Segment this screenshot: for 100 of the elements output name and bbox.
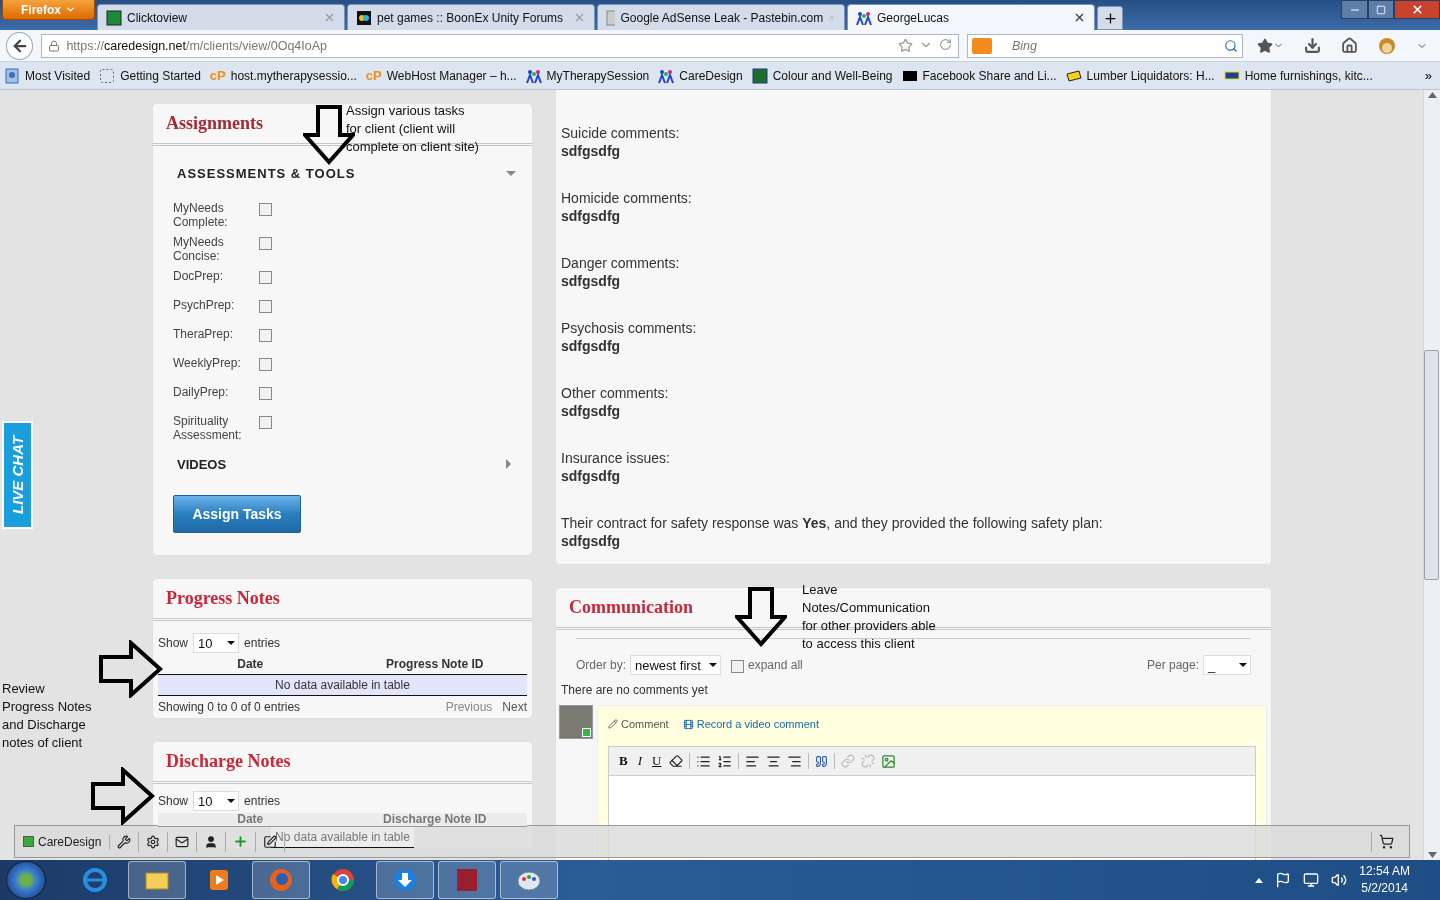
paint-taskbar-icon[interactable] bbox=[500, 861, 558, 899]
comment-tab[interactable]: Comment bbox=[608, 718, 669, 730]
flag-icon[interactable] bbox=[1275, 872, 1292, 888]
detail-field: Homicide comments: sdfgsdfg bbox=[561, 189, 1266, 225]
entries-select[interactable]: 10 bbox=[193, 633, 240, 653]
down-arrow bbox=[735, 587, 787, 647]
section-header[interactable]: VIDEOS bbox=[153, 451, 532, 477]
per-page-select[interactable]: _ bbox=[1203, 655, 1251, 675]
address-field[interactable]: https://caredesign.net/m/clients/view/0Oq4IoAp bbox=[41, 33, 959, 58]
italic-button[interactable]: I bbox=[635, 753, 644, 769]
mosaic-taskbar-icon[interactable] bbox=[438, 861, 496, 899]
maximize-button[interactable] bbox=[1368, 0, 1394, 19]
bookmark-folder-icon bbox=[4, 67, 20, 84]
column-header[interactable]: Date bbox=[158, 813, 343, 826]
bookmark[interactable]: Lumber Liquidators: H... bbox=[1065, 67, 1215, 84]
section-header[interactable]: ASSESSMENTS & TOOLS bbox=[153, 160, 532, 186]
image-icon[interactable] bbox=[881, 753, 897, 769]
align-left-icon[interactable] bbox=[745, 753, 761, 769]
empty-row: No data available in table bbox=[158, 675, 527, 696]
show-hidden-icon[interactable] bbox=[1255, 877, 1264, 883]
pencil-icon bbox=[608, 719, 618, 729]
browser-tab[interactable]: Google AdSense Leak - Pastebin.com bbox=[597, 4, 845, 30]
search-field[interactable]: Bing bbox=[967, 33, 1243, 58]
volume-icon[interactable] bbox=[1331, 872, 1348, 888]
site-icon bbox=[106, 9, 122, 26]
new-tab-button[interactable] bbox=[1097, 6, 1123, 30]
order-label: Order by: bbox=[576, 658, 626, 672]
film-icon bbox=[682, 718, 694, 730]
numbered-list-icon[interactable] bbox=[717, 753, 733, 769]
safety-plan: sdfgsdfg bbox=[561, 532, 622, 550]
bullet-list-icon[interactable] bbox=[696, 753, 712, 769]
download-taskbar-icon[interactable] bbox=[376, 861, 434, 899]
bookmark[interactable]: Colour and Well-Being bbox=[751, 67, 893, 84]
video-comment-tab[interactable]: Record a video comment bbox=[682, 718, 819, 730]
bookmark[interactable]: Getting Started bbox=[99, 67, 201, 84]
right-arrow bbox=[91, 767, 155, 825]
scroll-down-icon[interactable] bbox=[1427, 852, 1437, 858]
underline-button[interactable]: U bbox=[650, 753, 664, 769]
checkbox[interactable] bbox=[259, 300, 272, 313]
column-header[interactable]: Progress Note ID bbox=[342, 657, 527, 671]
explorer-taskbar-icon[interactable] bbox=[128, 861, 186, 899]
checkbox[interactable] bbox=[259, 358, 272, 371]
checkbox[interactable] bbox=[259, 203, 272, 216]
scroll-up-icon[interactable] bbox=[1427, 92, 1437, 98]
star-icon bbox=[1257, 37, 1273, 54]
cpanel-icon: cP bbox=[209, 68, 226, 83]
bookmark[interactable]: Home furnishings, kitc... bbox=[1223, 67, 1373, 84]
checkbox-label: DailyPrep: bbox=[173, 385, 230, 399]
bold-button[interactable]: B bbox=[617, 753, 630, 769]
checkbox[interactable] bbox=[259, 416, 272, 429]
checkbox[interactable] bbox=[731, 659, 744, 673]
search-icon[interactable] bbox=[1224, 38, 1238, 53]
checkbox-label: WeeklyPrep: bbox=[173, 356, 242, 370]
align-right-icon[interactable] bbox=[787, 753, 803, 769]
align-center-icon[interactable] bbox=[766, 753, 782, 769]
people-icon bbox=[525, 67, 542, 84]
order-select[interactable]: newest first bbox=[630, 655, 721, 675]
close-button[interactable] bbox=[1394, 0, 1440, 19]
start-button[interactable] bbox=[6, 861, 46, 899]
site-icon bbox=[606, 9, 616, 26]
eraser-icon[interactable] bbox=[669, 754, 684, 768]
table-info: Showing 0 to 0 of 0 entries bbox=[158, 700, 301, 714]
browser-tab[interactable]: pet games :: BoonEx Unity Forums bbox=[347, 4, 595, 30]
firefox-taskbar-icon[interactable] bbox=[252, 861, 310, 899]
next-link[interactable]: Next bbox=[502, 700, 527, 714]
checkbox[interactable] bbox=[259, 237, 272, 250]
star-icon[interactable] bbox=[898, 38, 913, 53]
entries-label: entries bbox=[244, 636, 281, 650]
clock[interactable]: 12:54 AM 5/2/2014 bbox=[1359, 863, 1410, 897]
bookmark[interactable]: Most Visited bbox=[4, 67, 91, 84]
checkbox[interactable] bbox=[259, 329, 272, 342]
browser-tab[interactable]: Clicktoview bbox=[97, 4, 345, 30]
annotation-text: Review Progress Notes and Discharge notes of client bbox=[2, 680, 93, 752]
column-header[interactable]: Date bbox=[158, 657, 343, 671]
detail-field: Danger comments: sdfgsdfg bbox=[561, 254, 1266, 290]
reload-icon[interactable] bbox=[939, 38, 952, 51]
expand-all-label: expand all bbox=[748, 658, 803, 672]
minimize-button[interactable] bbox=[1341, 0, 1368, 19]
card-title: Communication bbox=[569, 597, 693, 618]
checkbox[interactable] bbox=[259, 387, 272, 400]
bookmarks-overflow-button[interactable]: » bbox=[1420, 68, 1436, 83]
entries-select[interactable]: 10 bbox=[193, 791, 240, 811]
caredesign-link[interactable]: CareDesign bbox=[23, 834, 111, 849]
column-header[interactable]: Discharge Note ID bbox=[342, 813, 527, 826]
bookmark[interactable]: CareDesign bbox=[658, 67, 743, 84]
bookmark[interactable]: Facebook Share and Li... bbox=[901, 67, 1057, 84]
bookmark[interactable]: cP host.mytherapysessio... bbox=[209, 68, 357, 83]
assign-tasks-button[interactable]: Assign Tasks bbox=[173, 495, 301, 533]
card-title: Discharge Notes bbox=[166, 751, 291, 772]
logo-icon bbox=[23, 836, 34, 847]
back-button[interactable] bbox=[6, 31, 34, 60]
browser-tab[interactable]: GeorgeLucas bbox=[847, 4, 1095, 30]
network-icon[interactable] bbox=[1303, 872, 1320, 888]
close-icon[interactable] bbox=[1073, 11, 1086, 24]
checkbox[interactable] bbox=[259, 271, 272, 284]
bookmark[interactable]: cP WebHost Manager – h... bbox=[365, 68, 517, 83]
quote-icon[interactable] bbox=[815, 754, 829, 768]
scrollbar-thumb[interactable] bbox=[1424, 350, 1439, 580]
per-page-label: Per page: bbox=[1146, 658, 1199, 672]
bookmark[interactable]: MyTherapySession bbox=[525, 67, 650, 84]
